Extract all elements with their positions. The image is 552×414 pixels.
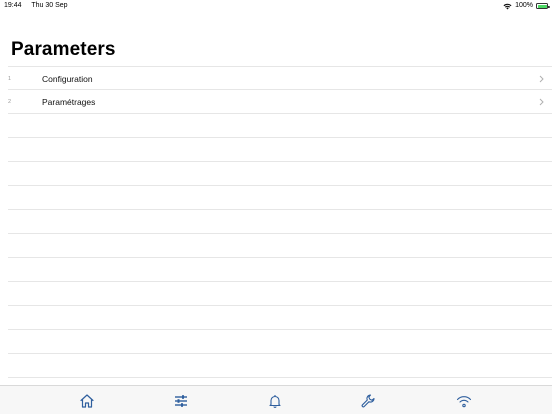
empty-row — [8, 234, 552, 258]
empty-row — [8, 258, 552, 282]
row-label: Configuration — [42, 74, 93, 84]
empty-row — [8, 354, 552, 378]
battery-level — [537, 4, 547, 8]
row-label: Paramétrages — [42, 97, 96, 107]
tab-connectivity[interactable] — [455, 392, 473, 410]
tab-bar — [0, 385, 552, 414]
empty-row — [8, 138, 552, 162]
status-date: Thu 30 Sep — [31, 2, 68, 9]
wifi-icon — [456, 396, 472, 408]
battery-percent: 100% — [515, 2, 533, 9]
status-left: 19:44 Thu 30 Sep — [4, 0, 76, 12]
empty-row — [8, 162, 552, 186]
home-icon — [80, 394, 94, 408]
chevron-right-icon — [539, 75, 544, 83]
status-time: 19:44 — [4, 2, 22, 9]
status-right: 100% — [503, 0, 550, 12]
empty-row — [8, 114, 552, 138]
page-title: Parameters — [11, 39, 116, 60]
tab-notifications[interactable] — [266, 392, 284, 410]
list-item-configuration[interactable]: 1 Configuration — [8, 66, 552, 90]
empty-row — [8, 210, 552, 234]
empty-row — [8, 330, 552, 354]
list-item-parametrages[interactable]: 2 Paramétrages — [8, 90, 552, 114]
row-index: 1 — [8, 76, 12, 82]
tab-home[interactable] — [78, 392, 96, 410]
battery-icon — [536, 3, 550, 9]
sliders-icon — [175, 395, 187, 407]
chevron-right-icon — [539, 98, 544, 106]
tab-settings[interactable] — [172, 392, 190, 410]
bell-icon — [269, 395, 281, 408]
row-index: 2 — [8, 99, 12, 105]
status-bar: 19:44 Thu 30 Sep 100% — [0, 0, 552, 12]
empty-row — [8, 306, 552, 330]
wifi-icon — [503, 3, 512, 9]
empty-row — [8, 186, 552, 210]
wrench-icon — [361, 394, 375, 408]
parameters-list: 1 Configuration 2 Paramétrages — [8, 66, 552, 378]
empty-row — [8, 282, 552, 306]
tab-tools[interactable] — [359, 392, 377, 410]
